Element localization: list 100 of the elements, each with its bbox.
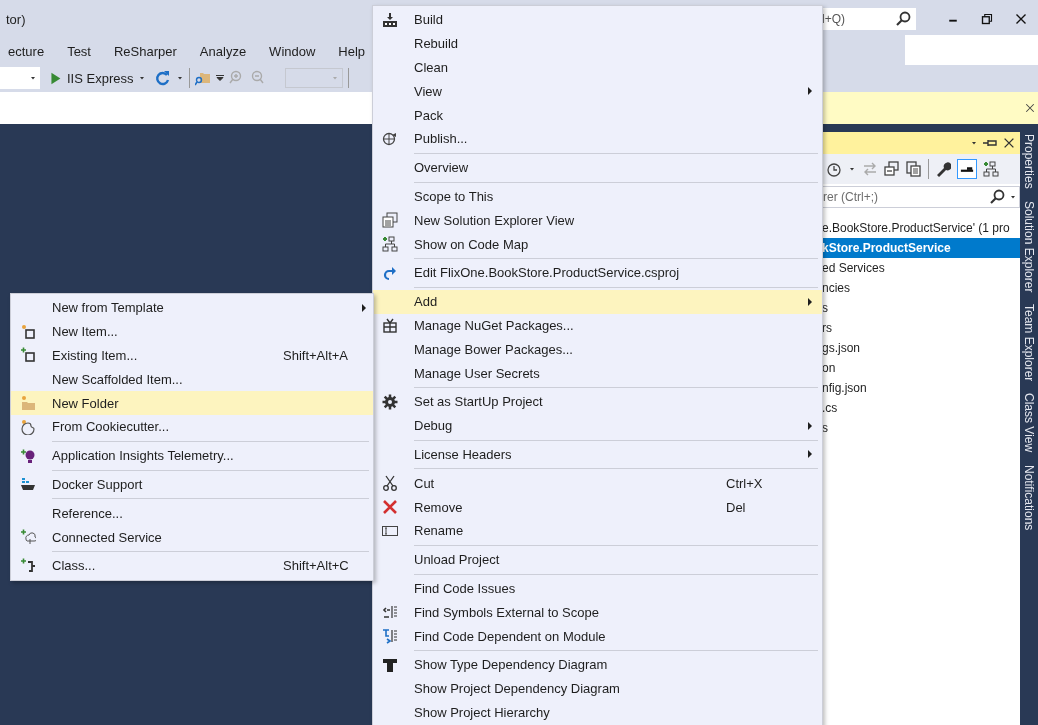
menu-item[interactable]: Unload Project [373,547,822,572]
windows-icon [381,212,398,229]
menu-item[interactable]: New from Template [11,296,373,320]
menu-item[interactable]: Reference... [11,501,373,526]
caret-icon [176,74,185,82]
tree-item[interactable]: e.BookStore.ProductService' (1 pro [822,218,1020,238]
gear-icon [381,393,398,410]
tree-item[interactable]: s [822,418,1020,438]
menu-item[interactable]: Cut Ctrl+X [373,471,822,496]
side-tab[interactable]: Solution Explorer [1020,200,1038,293]
code-map-icon [381,236,398,253]
menu-item[interactable]: Find Code Issues [373,576,822,601]
menu-item[interactable]: Docker Support [11,472,373,497]
play-icon [49,71,62,85]
caret-icon [970,139,978,147]
tree-item[interactable]: nfig.json [822,378,1020,398]
caret-icon [138,74,147,82]
run-button[interactable]: IIS Express [45,68,151,88]
menu-item[interactable]: New Folder [11,391,373,415]
new-item-icon [19,323,36,340]
menu-item[interactable]: Pack [373,103,822,127]
menu-item[interactable]: Class... Shift+Alt+C [11,553,373,578]
plug-cloud-icon [19,529,36,546]
menu-item[interactable]: View [373,79,822,104]
palette-icon [19,418,36,435]
menu-item[interactable]: New Solution Explorer View [373,208,822,233]
menu-item[interactable]: Publish... [373,127,822,151]
lightbulb-icon [19,447,36,464]
tree-item[interactable]: gs.json [822,338,1020,358]
menu-item[interactable]: Manage NuGet Packages... [373,313,822,338]
class-icon [19,557,36,574]
search-field[interactable]: rer (Ctrl+;) [822,186,1020,208]
caret-icon [1009,193,1017,201]
menu-item[interactable]: Application Insights Telemetry... [11,443,373,468]
menu-item[interactable]: Remove Del [373,495,822,519]
menu-bar-item[interactable]: ecture [6,43,56,59]
preview-toggle-button[interactable] [957,159,977,179]
close-icon [1024,102,1036,114]
menu-item[interactable]: New Scaffolded Item... [11,367,373,392]
tree-item[interactable]: ncies [822,278,1020,298]
menu-item[interactable]: Add [373,289,822,314]
search-icon [990,189,1006,205]
list-arrow-icon [381,604,398,621]
tree-item[interactable]: .cs [822,398,1020,418]
window-title: tor) [6,11,26,27]
caret-icon [29,74,37,82]
close-icon [1015,13,1027,25]
menu-item[interactable]: Show Project Dependency Diagram [373,676,822,701]
menu-item[interactable]: Manage User Secrets [373,361,822,385]
menu-item[interactable]: Existing Item... Shift+Alt+A [11,343,373,368]
tree-item[interactable]: kStore.ProductService [822,238,1020,258]
caret-icon [848,165,856,173]
menu-item[interactable]: Debug [373,413,822,438]
sync-icon [862,161,878,177]
menu-item[interactable]: New Item... [11,319,373,344]
menu-item[interactable]: Connected Service [11,525,373,549]
curved-arrow-icon [381,264,398,281]
menu-item[interactable]: Find Code Dependent on Module [373,624,822,648]
menu-bar-item[interactable]: Analyze [197,43,258,59]
side-tab[interactable]: Properties [1020,134,1038,189]
search-icon [896,11,912,27]
tree-item[interactable]: ed Services [822,258,1020,278]
menu-item[interactable]: Set as StartUp Project [373,389,822,414]
scissors-icon [381,475,398,492]
menu-item[interactable]: Find Symbols External to Scope [373,600,822,625]
copy-icon [906,161,922,177]
code-map-icon [983,161,999,177]
side-tab[interactable]: Team Explorer [1020,304,1038,382]
restore-icon [981,13,993,25]
add-item-icon [19,347,36,364]
tree-item[interactable]: s [822,298,1020,318]
close-icon [1002,136,1016,150]
menu-item[interactable]: Overview [373,155,822,180]
clock-icon [826,161,842,177]
menu-item[interactable]: License Headers [373,442,822,467]
collapse-icon [884,161,900,177]
menu-bar-item[interactable]: Test [65,43,102,59]
menu-item[interactable]: Show on Code Map [373,232,822,256]
menu-item[interactable]: Scope to This [373,184,822,209]
menu-item[interactable]: Rename [373,518,822,543]
type-icon [381,656,398,673]
tree-item[interactable]: rs [822,318,1020,338]
menu-item[interactable]: Edit FlixOne.BookStore.ProductService.csproj [373,260,822,285]
menu-bar-item[interactable]: Window [267,43,327,59]
menu-item[interactable]: Show Type Dependency Diagram [373,652,822,677]
globe-icon [381,130,398,147]
menu-bar-item[interactable]: ReSharper [112,43,188,59]
whale-icon [19,476,36,493]
menu-item[interactable]: From Cookiecutter... [11,415,373,439]
tree-item[interactable]: on [822,358,1020,378]
menu-item[interactable]: Show Project Hierarchy [373,700,822,725]
side-tab[interactable]: Notifications [1020,464,1038,530]
cross-icon [381,499,398,516]
menu-item[interactable]: Manage Bower Packages... [373,337,822,362]
caret-icon [331,74,340,82]
side-tab[interactable]: Class View [1020,393,1038,453]
refresh-icon [155,70,172,86]
new-folder-icon [19,395,36,412]
wrench-icon [935,161,951,177]
package-icon [381,317,398,334]
